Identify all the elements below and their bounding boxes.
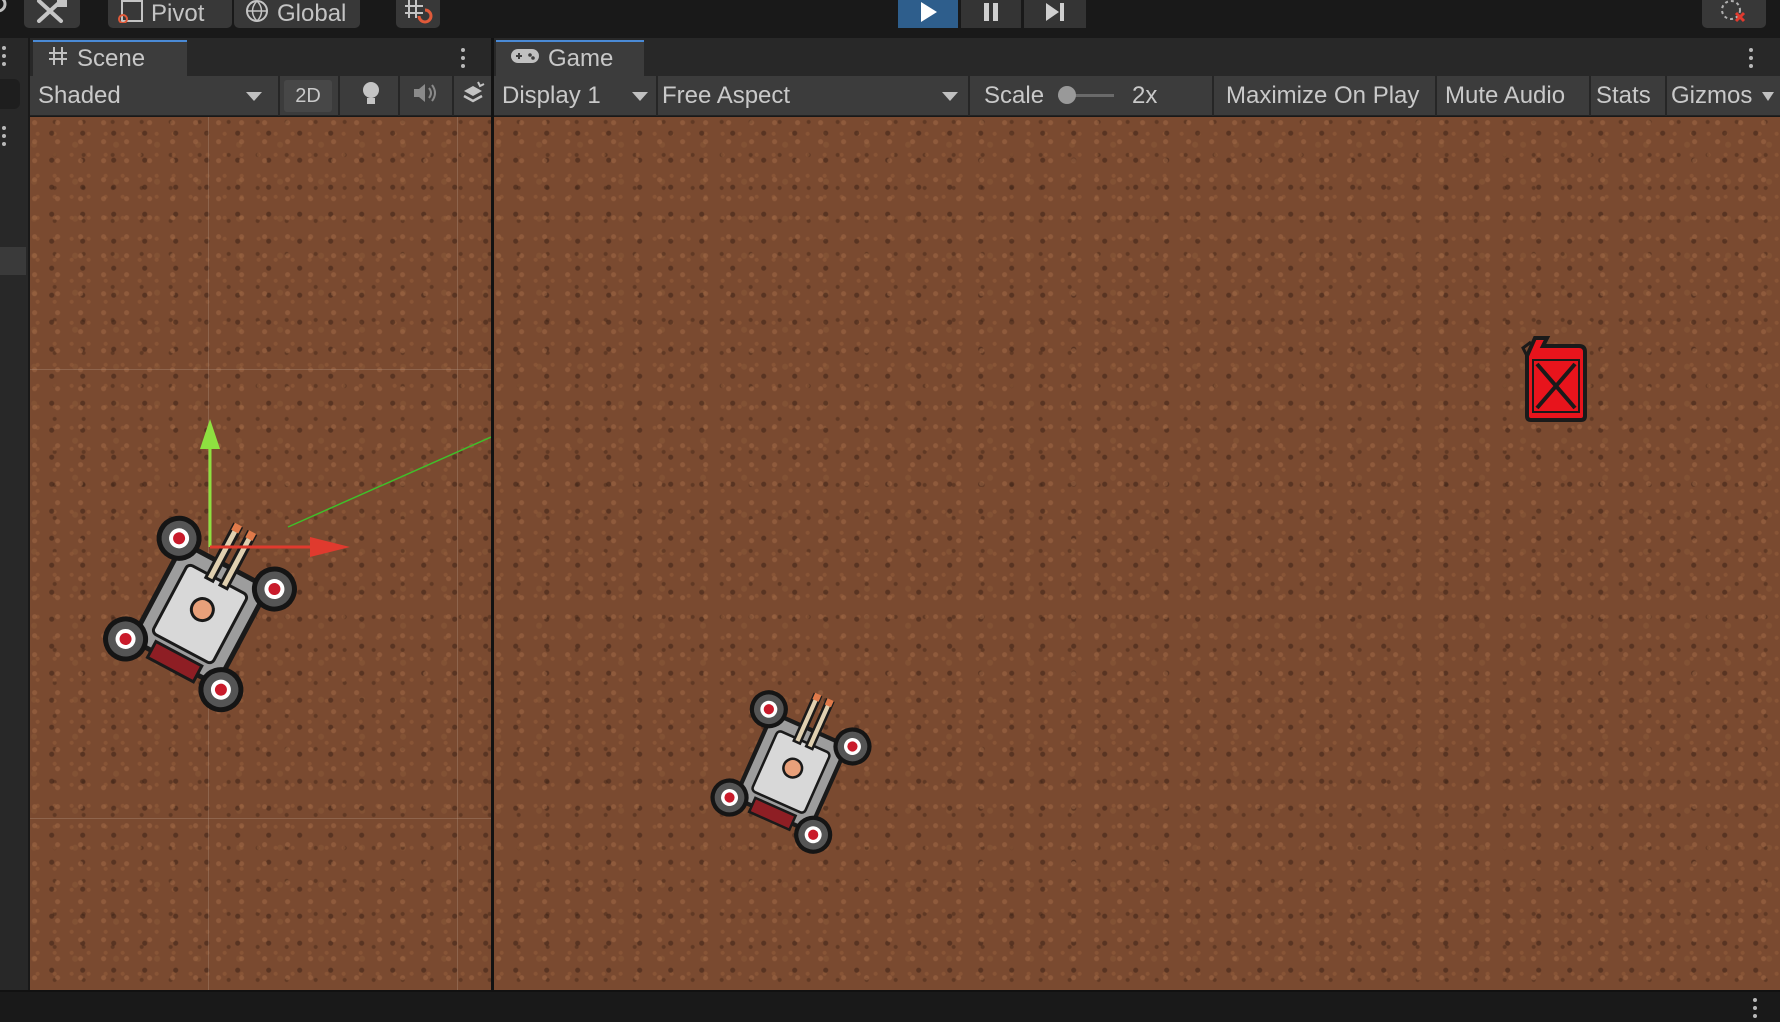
toggle-2d-button[interactable]: 2D [284,80,332,112]
tank-sprite[interactable] [706,683,876,861]
pivot-label: Pivot [151,0,205,27]
hand-tools-icon [35,0,69,30]
display-dropdown[interactable]: Display 1 [502,76,652,116]
chevron-down-icon [246,91,262,101]
collab-button[interactable] [1702,0,1766,28]
mute-audio-label: Mute Audio [1445,82,1566,109]
game-control-bar: Display 1 Free Aspect Scale 2x Maximize … [494,76,1780,116]
grid-snap-icon [403,0,433,31]
scene-control-bar: Shaded 2D [30,76,491,116]
audio-toggle[interactable] [402,76,448,116]
play-icon [918,1,938,28]
game-panel-menu-icon[interactable] [1748,48,1754,68]
move-gizmo[interactable] [150,417,390,617]
scale-slider[interactable]: Scale 2x [984,76,1194,116]
stats-label: Stats [1596,82,1651,109]
step-icon [1044,1,1066,28]
effects-toggle[interactable] [456,76,490,116]
gizmos-label: Gizmos [1671,82,1753,109]
tab-scene[interactable]: Scene [33,40,187,76]
game-viewport[interactable] [494,117,1780,990]
global-button[interactable]: Global [234,0,360,28]
tab-game[interactable]: Game [496,40,644,76]
speaker-icon [411,81,439,112]
dock-menu-icon[interactable] [1,126,7,146]
scene-tab-strip: Scene [30,38,491,76]
mute-audio-toggle[interactable]: Mute Audio [1445,76,1581,116]
status-menu-icon[interactable] [1752,998,1758,1018]
globe-icon [243,0,271,30]
chevron-down-icon [1762,91,1775,101]
game-panel: Game Display 1 Free Aspect Scale 2x Maxi… [491,38,1780,990]
lighting-toggle[interactable] [348,76,394,116]
shading-mode-dropdown[interactable]: Shaded [38,76,270,116]
lightbulb-icon [360,80,382,113]
toggle-2d-label: 2D [295,84,321,107]
gamepad-icon [510,45,540,73]
scale-label: Scale [984,82,1045,109]
scene-viewport[interactable] [30,117,491,990]
aspect-label: Free Aspect [662,82,791,109]
main-toolbar: Pivot Global [0,0,1780,32]
step-button[interactable] [1024,0,1086,28]
pivot-icon [117,0,145,30]
global-label: Global [277,0,347,27]
dock-menu-icon[interactable] [1,46,7,66]
tools-button[interactable] [24,0,80,28]
fuel-can-pickup[interactable] [1521,332,1589,424]
grid-snap-button[interactable] [396,0,440,28]
display-label: Display 1 [502,82,601,109]
scene-tab-label: Scene [77,45,146,72]
chevron-down-icon [942,91,958,101]
pause-button[interactable] [961,0,1021,28]
maximize-on-play-toggle[interactable]: Maximize On Play [1226,76,1428,116]
collab-status-icon [1719,0,1749,30]
settings-icon[interactable] [0,0,12,20]
stats-toggle[interactable]: Stats [1596,76,1660,116]
dock-toggle[interactable] [0,79,20,109]
x-axis-arrow-icon [310,537,350,557]
chevron-down-icon [632,91,648,101]
scale-slider-thumb[interactable] [1058,86,1076,104]
play-button[interactable] [898,0,958,28]
left-dock-strip [0,38,28,990]
scene-panel: Scene Shaded 2D [30,38,491,990]
pause-icon [982,1,1000,28]
dock-tab[interactable] [0,247,26,275]
maximize-on-play-label: Maximize On Play [1226,82,1420,109]
hash-icon [47,45,69,74]
pivot-button[interactable]: Pivot [108,0,232,28]
game-tab-label: Game [548,45,614,72]
shading-mode-label: Shaded [38,82,121,109]
status-bar [0,990,1780,1022]
effects-icon [460,80,486,113]
scene-panel-menu-icon[interactable] [460,48,466,68]
game-tab-strip: Game [494,38,1780,76]
scale-value: 2x [1132,82,1158,109]
gizmos-dropdown[interactable]: Gizmos [1671,76,1780,116]
aspect-dropdown[interactable]: Free Aspect [662,76,962,116]
y-axis-arrow-icon [200,419,220,449]
